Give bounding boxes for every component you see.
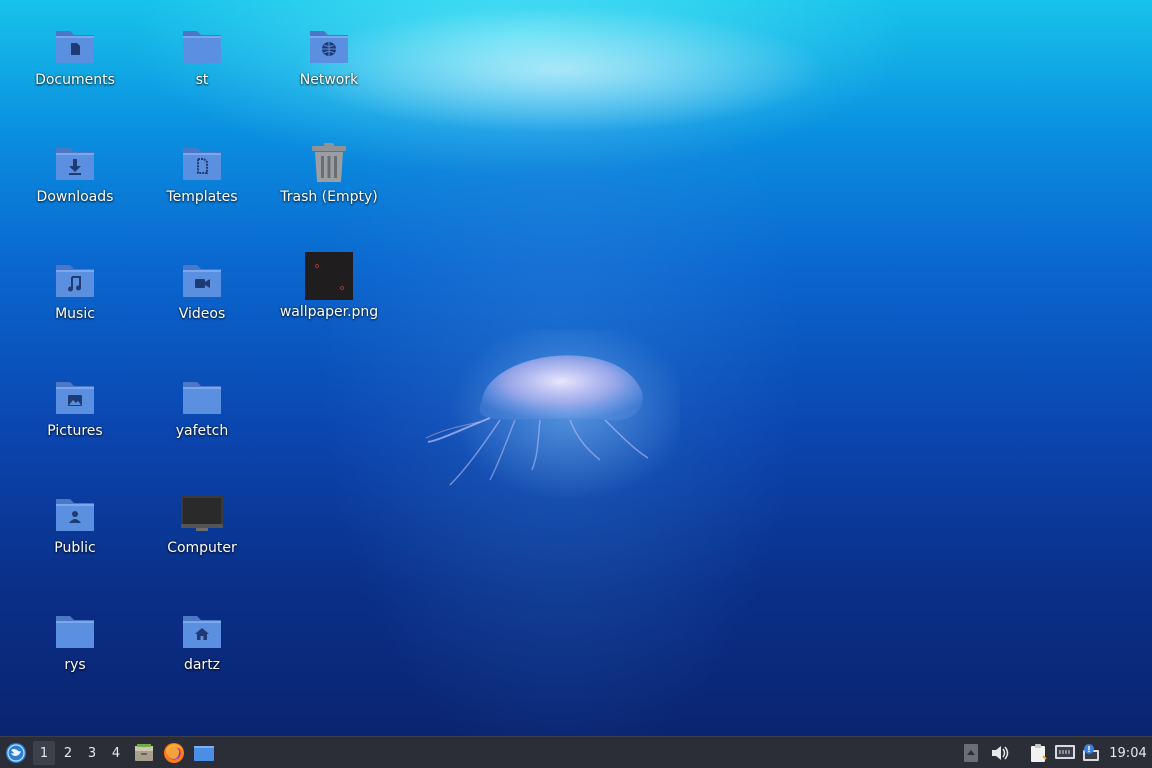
workspace-label: 4 bbox=[111, 745, 121, 761]
workspace-label: 2 bbox=[63, 745, 73, 761]
desktop-icon-label: Computer bbox=[167, 540, 237, 556]
desktop-icon-label: Downloads bbox=[36, 189, 114, 205]
clock[interactable]: 19:04 bbox=[1108, 741, 1148, 765]
file-manager-icon bbox=[135, 744, 153, 761]
desktop-icon-label: Documents bbox=[35, 72, 115, 88]
desktop-icon-templates[interactable]: Templates bbox=[143, 121, 261, 221]
folder-network-icon bbox=[307, 24, 351, 68]
workspace-label: 1 bbox=[39, 745, 49, 761]
folder-downloads-icon bbox=[53, 141, 97, 185]
desktop-icon-wallpaper[interactable]: wallpaper.png bbox=[270, 238, 388, 338]
folder-videos-icon bbox=[180, 258, 224, 302]
desktop-icon-label: dartz bbox=[183, 657, 221, 673]
workspace-4-button[interactable]: 4 bbox=[105, 741, 127, 765]
volume-icon bbox=[992, 746, 1009, 760]
computer-icon bbox=[180, 492, 224, 536]
chevron-up-icon bbox=[964, 744, 978, 762]
desktop-icon-label: Public bbox=[54, 540, 96, 556]
wallpaper-jellyfish-image bbox=[425, 330, 680, 500]
desktop-icon-pictures[interactable]: Pictures bbox=[16, 355, 134, 455]
folder-music-icon bbox=[53, 258, 97, 302]
desktop-icon-st[interactable]: st bbox=[143, 4, 261, 104]
desktop-icon-trash[interactable]: Trash (Empty) bbox=[270, 121, 388, 221]
desktop-icon-yafetch[interactable]: yafetch bbox=[143, 355, 261, 455]
volume-button[interactable] bbox=[989, 741, 1011, 765]
desktop-icon-label: st bbox=[195, 72, 209, 88]
firefox-launcher[interactable] bbox=[162, 741, 186, 765]
taskbar: 1 2 3 4 19:04 bbox=[0, 736, 1152, 768]
folder-public-icon bbox=[53, 492, 97, 536]
folder-icon bbox=[180, 375, 224, 419]
desktop-icon-network[interactable]: Network bbox=[270, 4, 388, 104]
xfce-logo-icon bbox=[6, 743, 26, 763]
folder-icon bbox=[180, 24, 224, 68]
notifications-button[interactable] bbox=[1080, 741, 1102, 765]
window-button-desktop[interactable] bbox=[192, 741, 216, 765]
desktop-icon-label: wallpaper.png bbox=[279, 304, 379, 320]
workspace-1-button[interactable]: 1 bbox=[33, 741, 55, 765]
folder-pictures-icon bbox=[53, 375, 97, 419]
folder-templates-icon bbox=[180, 141, 224, 185]
desktop-icon-dartz[interactable]: dartz bbox=[143, 589, 261, 689]
folder-documents-icon bbox=[53, 24, 97, 68]
desktop-icon-music[interactable]: Music bbox=[16, 238, 134, 338]
firefox-icon bbox=[164, 743, 184, 763]
desktop-icon-public[interactable]: Public bbox=[16, 472, 134, 572]
folder-window-icon bbox=[194, 746, 214, 761]
desktop: Documents st Network Downloads Templates… bbox=[0, 0, 1152, 736]
desktop-icon-label: Templates bbox=[166, 189, 238, 205]
tray-expand-button[interactable] bbox=[962, 741, 980, 765]
file-manager-launcher[interactable] bbox=[132, 741, 156, 765]
workspace-3-button[interactable]: 3 bbox=[81, 741, 103, 765]
desktop-icon-label: Trash (Empty) bbox=[280, 189, 378, 205]
desktop-icon-documents[interactable]: Documents bbox=[16, 4, 134, 104]
desktop-icon-videos[interactable]: Videos bbox=[143, 238, 261, 338]
folder-home-icon bbox=[180, 609, 224, 653]
image-thumbnail-icon bbox=[305, 252, 353, 300]
workspace-label: 3 bbox=[87, 745, 97, 761]
clipboard-button[interactable] bbox=[1027, 741, 1049, 765]
desktop-icon-label: rys bbox=[64, 657, 86, 673]
workspace-2-button[interactable]: 2 bbox=[57, 741, 79, 765]
desktop-icon-label: yafetch bbox=[175, 423, 229, 439]
trash-empty-icon bbox=[307, 141, 351, 185]
desktop-icon-computer[interactable]: Computer bbox=[143, 472, 261, 572]
desktop-icon-rys[interactable]: rys bbox=[16, 589, 134, 689]
desktop-icon-label: Videos bbox=[178, 306, 226, 322]
notification-icon bbox=[1083, 744, 1099, 761]
network-wired-icon bbox=[1055, 745, 1075, 759]
desktop-icon-label: Pictures bbox=[47, 423, 103, 439]
whisker-menu-button[interactable] bbox=[4, 741, 28, 765]
clock-time: 19:04 bbox=[1109, 745, 1147, 761]
network-button[interactable] bbox=[1053, 741, 1077, 765]
folder-icon bbox=[53, 609, 97, 653]
desktop-icon-label: Music bbox=[55, 306, 95, 322]
desktop-icon-downloads[interactable]: Downloads bbox=[16, 121, 134, 221]
desktop-icon-label: Network bbox=[299, 72, 359, 88]
clipboard-icon bbox=[1031, 744, 1047, 762]
